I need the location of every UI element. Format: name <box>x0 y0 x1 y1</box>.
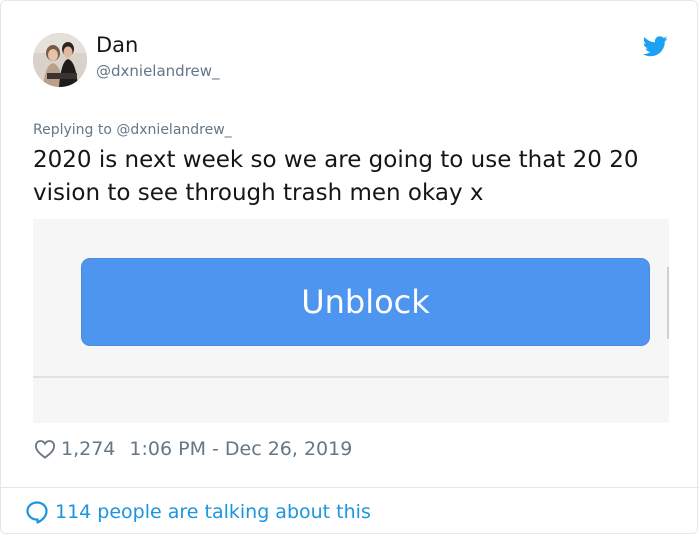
talking-count: 114 people are talking about this <box>55 501 371 523</box>
avatar-photo <box>33 33 87 87</box>
conversation-link[interactable]: 114 people are talking about this <box>25 499 371 525</box>
replying-to[interactable]: Replying to @dxnielandrew_ <box>33 121 232 139</box>
unblock-button: Unblock <box>81 258 650 346</box>
tweet-card[interactable]: Dan @dxnielandrew_ Replying to @dxnielan… <box>0 0 699 534</box>
media-divider <box>33 376 669 378</box>
like-count[interactable]: 1,274 <box>61 438 115 460</box>
tweet-meta: 1,274 1:06 PM - Dec 26, 2019 <box>34 437 352 461</box>
twitter-bird-icon[interactable] <box>643 36 668 57</box>
tweet-media[interactable]: Unblock <box>33 219 669 423</box>
avatar[interactable] <box>33 33 87 87</box>
speech-bubble-icon <box>26 501 48 524</box>
footer-divider <box>1 487 699 488</box>
timestamp[interactable]: 1:06 PM - Dec 26, 2019 <box>129 438 352 460</box>
tweet-text: 2020 is next week so we are going to use… <box>33 147 639 206</box>
media-edge <box>667 267 669 339</box>
display-name[interactable]: Dan <box>96 32 138 58</box>
user-handle[interactable]: @dxnielandrew_ <box>96 61 220 81</box>
heart-icon[interactable] <box>34 439 56 459</box>
